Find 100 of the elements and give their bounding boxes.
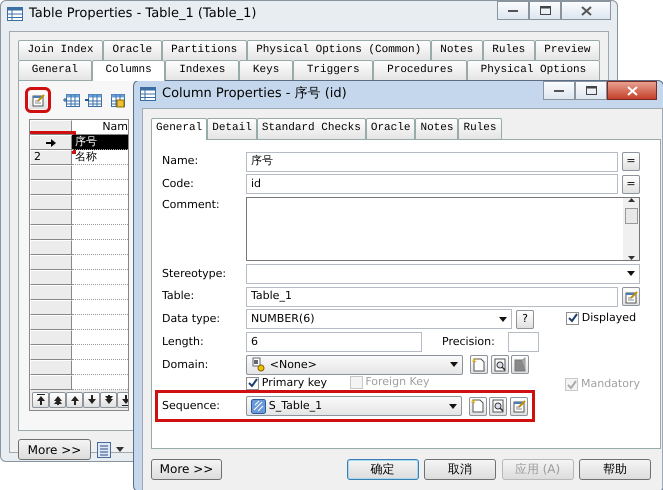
list-icon[interactable] bbox=[96, 442, 110, 458]
close-button[interactable] bbox=[561, 1, 611, 20]
field-label: Precision: bbox=[442, 334, 496, 350]
find-button[interactable] bbox=[489, 396, 508, 416]
checkbox[interactable] bbox=[246, 376, 259, 390]
minimize-button[interactable] bbox=[543, 81, 575, 100]
tab[interactable]: Columns bbox=[92, 60, 166, 81]
new-button[interactable] bbox=[470, 355, 488, 374]
table-field[interactable]: Table_1 bbox=[246, 286, 618, 306]
tab[interactable]: Physical Options (Common) bbox=[246, 40, 431, 60]
field-label: Data type: bbox=[162, 311, 222, 327]
caret-icon bbox=[627, 271, 635, 276]
tab[interactable]: Procedures bbox=[373, 60, 467, 80]
tab[interactable]: Oracle bbox=[103, 40, 162, 60]
move-down-button[interactable] bbox=[83, 392, 100, 408]
move-down-double-button[interactable] bbox=[100, 392, 117, 408]
tab[interactable]: General bbox=[18, 60, 92, 80]
new-button[interactable] bbox=[468, 396, 486, 416]
checkbox-label: Foreign Key bbox=[365, 374, 430, 390]
sequence-dropdown[interactable]: S_Table_1 bbox=[246, 396, 462, 416]
checkbox[interactable] bbox=[566, 312, 579, 325]
tab[interactable]: Detail bbox=[207, 118, 257, 138]
maximize-icon bbox=[586, 86, 596, 95]
scrollbar[interactable] bbox=[623, 198, 639, 260]
window-title: Table Properties - Table_1 (Table_1) bbox=[29, 5, 256, 24]
minimize-button[interactable] bbox=[497, 1, 529, 20]
move-up-button[interactable] bbox=[66, 392, 83, 408]
tab[interactable]: Preview bbox=[534, 40, 600, 60]
data-type-dropdown[interactable]: NUMBER(6) bbox=[246, 309, 512, 330]
dialog-button: 应用 (A) bbox=[502, 458, 574, 480]
help-button[interactable]: ? bbox=[516, 310, 534, 329]
sequence-icon bbox=[251, 398, 266, 414]
name-cell[interactable]: 序号 bbox=[72, 135, 128, 150]
dialog-button[interactable]: 帮助 bbox=[579, 458, 651, 480]
properties-button[interactable] bbox=[622, 287, 640, 306]
name-cell[interactable]: 名称 bbox=[72, 150, 128, 165]
tab[interactable]: Join Index bbox=[18, 40, 104, 60]
move-up-double-button[interactable] bbox=[49, 392, 66, 408]
caret-icon[interactable] bbox=[116, 447, 124, 452]
move-top-button[interactable] bbox=[32, 392, 49, 408]
scroll-down-icon[interactable] bbox=[628, 256, 634, 260]
properties-button[interactable] bbox=[511, 355, 530, 374]
table-icon bbox=[7, 7, 23, 21]
tab[interactable]: Standard Checks bbox=[256, 118, 366, 138]
precision-field[interactable] bbox=[508, 332, 539, 352]
field-label: Code: bbox=[162, 176, 195, 192]
equals-button[interactable]: = bbox=[622, 174, 640, 194]
tab[interactable]: Physical Options bbox=[466, 60, 600, 80]
row-header[interactable]: 2 bbox=[30, 150, 72, 165]
equals-button[interactable]: = bbox=[622, 152, 640, 171]
check-icon bbox=[568, 313, 578, 324]
field-label: Length: bbox=[162, 334, 205, 350]
minimize-icon bbox=[508, 8, 518, 12]
properties-icon bbox=[623, 288, 639, 304]
insert-row-icon[interactable] bbox=[85, 92, 102, 108]
name-field[interactable]: 序号 bbox=[246, 152, 618, 172]
code-field[interactable]: id bbox=[246, 174, 618, 194]
up-arrow-icon bbox=[70, 394, 80, 406]
maximize-button[interactable] bbox=[575, 81, 607, 100]
column-header: Nam bbox=[102, 120, 128, 135]
caret-icon bbox=[499, 316, 507, 322]
length-field[interactable]: 6 bbox=[246, 332, 422, 352]
more-button[interactable]: More >> bbox=[151, 458, 222, 480]
maximize-button[interactable] bbox=[529, 1, 561, 20]
down-arrow-icon bbox=[120, 394, 128, 406]
field-label: Table: bbox=[162, 288, 196, 304]
dialog-button[interactable]: 取消 bbox=[424, 458, 496, 480]
table-icon bbox=[140, 87, 156, 101]
tab[interactable]: Notes bbox=[415, 118, 458, 138]
tab[interactable]: Oracle bbox=[366, 118, 416, 138]
scroll-thumb[interactable] bbox=[624, 208, 638, 224]
properties-icon bbox=[511, 398, 527, 414]
tab[interactable]: Rules bbox=[458, 118, 502, 138]
properties-icon[interactable] bbox=[29, 91, 47, 109]
tab[interactable]: Indexes bbox=[165, 60, 240, 80]
properties-button[interactable] bbox=[510, 396, 528, 416]
comment-field[interactable] bbox=[246, 197, 640, 261]
find-button[interactable] bbox=[490, 355, 508, 374]
tab[interactable]: Notes bbox=[430, 40, 483, 60]
down-arrow-icon bbox=[104, 394, 114, 406]
new-icon bbox=[470, 398, 486, 414]
more-button[interactable]: More >> bbox=[18, 439, 91, 460]
window-title: Column Properties - 序号 (id) bbox=[162, 85, 347, 104]
tab[interactable]: General bbox=[151, 118, 208, 140]
field-label: Domain: bbox=[162, 356, 210, 372]
tab[interactable]: Triggers bbox=[293, 60, 374, 80]
close-button[interactable] bbox=[607, 81, 657, 100]
checkbox-label: Mandatory bbox=[580, 376, 640, 392]
add-row-icon[interactable] bbox=[62, 92, 80, 108]
tab[interactable]: Partitions bbox=[162, 40, 247, 60]
arrow-icon bbox=[46, 138, 56, 146]
caret-icon bbox=[448, 404, 457, 409]
checkbox-label: Primary key bbox=[262, 375, 328, 392]
dialog-button[interactable]: 确定 bbox=[346, 458, 418, 480]
domain-dropdown[interactable]: <None> bbox=[246, 354, 463, 375]
maximize-icon bbox=[540, 6, 550, 15]
scroll-up-icon[interactable] bbox=[628, 198, 634, 202]
tab[interactable]: Rules bbox=[482, 40, 535, 60]
down-arrow-icon bbox=[86, 394, 96, 406]
tab[interactable]: Keys bbox=[239, 60, 294, 80]
